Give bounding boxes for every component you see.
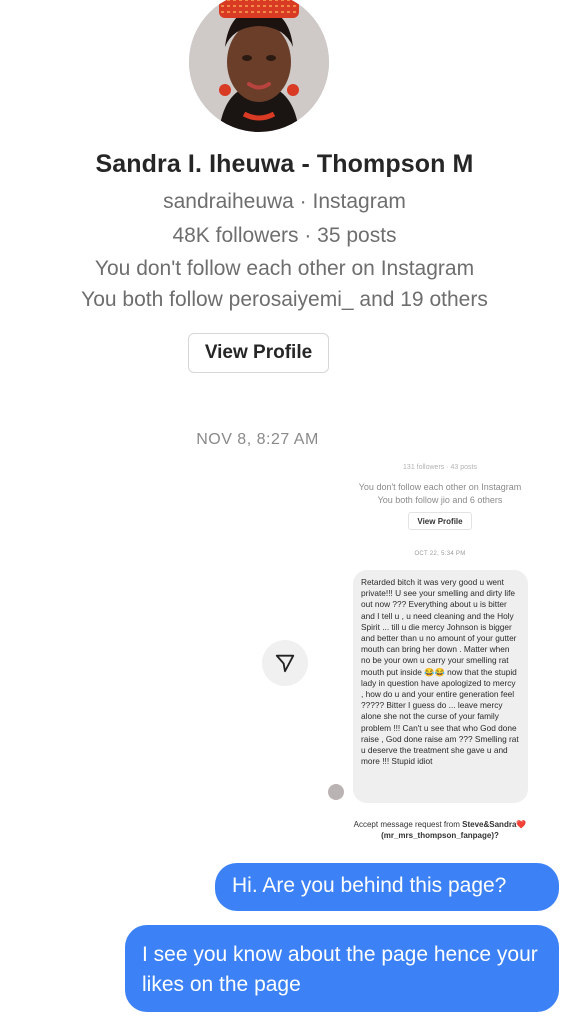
thread-timestamp: NOV 8, 8:27 AM <box>196 431 319 448</box>
send-icon <box>275 654 295 673</box>
shot-accept-request: Accept message request from Steve&Sandra… <box>318 819 562 841</box>
profile-handle: sandraiheuwa · Instagram <box>163 190 406 213</box>
shot-incoming-message: Retarded bitch it was very good u went p… <box>353 570 528 803</box>
shot-accept-name: Steve&Sandra❤️ <box>462 820 527 829</box>
shot-view-profile-button: View Profile <box>408 512 472 530</box>
avatar-photo <box>189 0 329 132</box>
share-button[interactable] <box>262 640 308 686</box>
follow-status: You don't follow each other on Instagram <box>94 257 475 280</box>
shot-follow-status: You don't follow each other on Instagram <box>358 482 522 492</box>
profile-name: Sandra I. Iheuwa - Thompson M <box>95 150 474 178</box>
profile-avatar[interactable] <box>189 0 329 132</box>
shot-faded-stats: 131 followers · 43 posts <box>403 464 477 471</box>
outgoing-message[interactable]: Hi. Are you behind this page? <box>215 863 559 911</box>
mutual-followers: You both follow perosaiyemi_ and 19 othe… <box>81 288 488 311</box>
view-profile-button[interactable]: View Profile <box>188 333 329 373</box>
shot-accept-prefix: Accept message request from <box>353 820 463 829</box>
shared-screenshot-image[interactable]: 131 followers · 43 posts You don't follo… <box>318 462 562 857</box>
outgoing-message[interactable]: I see you know about the page hence your… <box>125 925 559 1012</box>
shot-timestamp: OCT 22, 5:34 PM <box>414 551 466 557</box>
shot-accept-handle: (mr_mrs_thompson_fanpage)? <box>381 831 499 840</box>
shot-mutuals: You both follow jio and 6 others <box>377 495 503 505</box>
shot-sender-avatar <box>328 784 344 800</box>
profile-stats: 48K followers · 35 posts <box>172 224 397 247</box>
